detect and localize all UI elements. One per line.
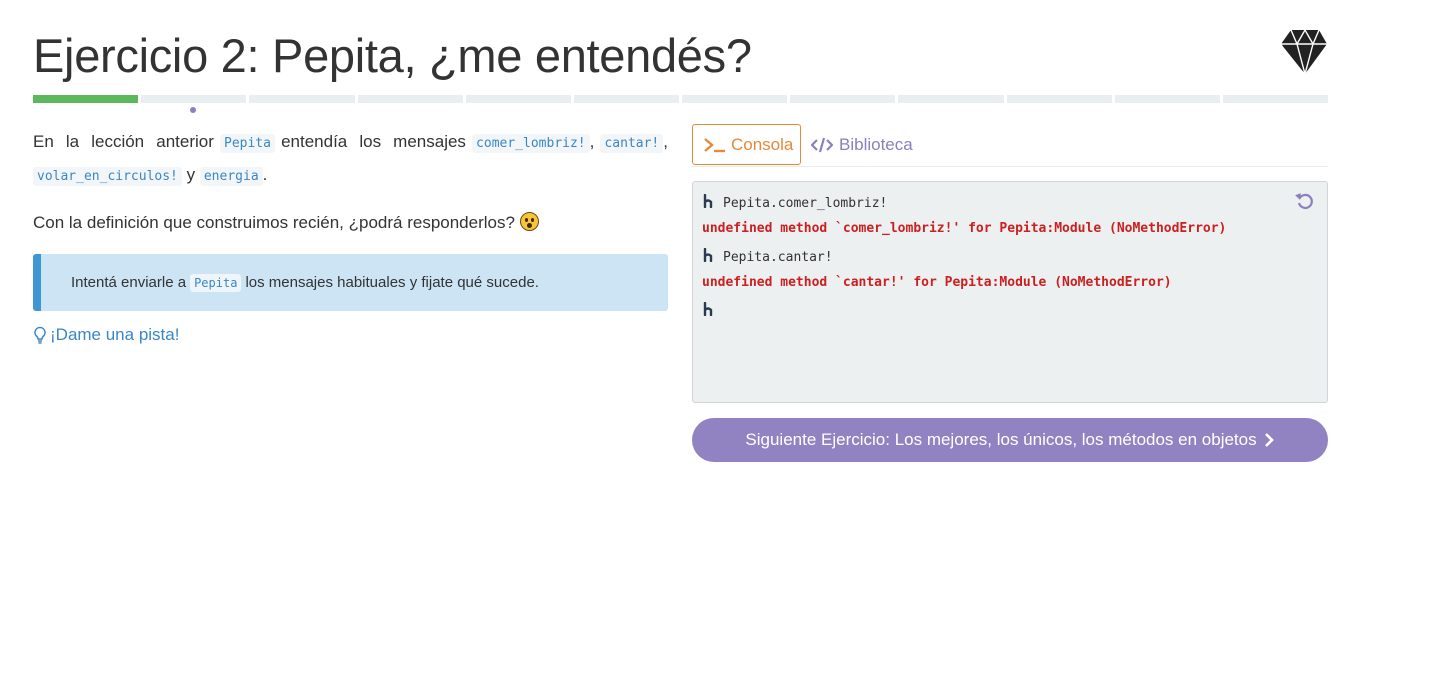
- code-volar-en-circulos: volar_en_circulos!: [33, 167, 182, 186]
- question-text: Con la definición que construimos recién…: [33, 213, 515, 232]
- progress-segment[interactable]: [790, 95, 896, 103]
- console-panel[interactable]: Pepita.comer_lombriz! undefined method `c…: [692, 181, 1328, 403]
- separator: ,: [663, 132, 668, 151]
- progress-segment[interactable]: [682, 95, 788, 103]
- current-exercise-marker: [190, 107, 196, 113]
- console-error-line: undefined method `comer_lombriz!' for Pe…: [702, 221, 1226, 236]
- code-icon: [811, 137, 833, 152]
- next-exercise-label: Siguiente Ejercicio: Los mejores, los ún…: [745, 430, 1257, 449]
- description-paragraph-1: En la lección anterior Pepita entendía l…: [33, 126, 668, 192]
- callout-text-post: los mensajes habituales y fijate qué suc…: [245, 274, 539, 291]
- hint-label: ¡Dame una pista!: [50, 325, 180, 344]
- progress-segment[interactable]: [33, 95, 139, 103]
- callout-text-pre: Intentá enviarle a: [71, 274, 187, 291]
- console-line-text: undefined method `comer_lombriz!' for Pe…: [702, 221, 1227, 236]
- console-error-line: undefined method `cantar!' for Pepita:Mo…: [702, 275, 1172, 290]
- console-line-text: Pepita.cantar!: [723, 249, 833, 265]
- description-paragraph-2: Con la definición que construimos recién…: [33, 210, 668, 236]
- text-mid: entendía los mensajes: [281, 132, 466, 151]
- progress-segment[interactable]: [141, 95, 247, 103]
- console-command-line: Pepita.comer_lombriz!: [702, 194, 887, 212]
- exercise-description: En la lección anterior Pepita entendía l…: [33, 126, 668, 345]
- progress-segment[interactable]: [357, 95, 463, 103]
- next-exercise-button[interactable]: Siguiente Ejercicio: Los mejores, los ún…: [692, 418, 1328, 462]
- reset-icon[interactable]: [1295, 191, 1315, 211]
- prompt-icon: [702, 302, 715, 320]
- progress-segment[interactable]: [1006, 95, 1112, 103]
- tab-console-label: Consola: [731, 134, 794, 154]
- prompt-icon: [702, 248, 715, 266]
- separator: ,: [589, 132, 595, 151]
- conjunction: y: [186, 165, 196, 184]
- progress-segment[interactable]: [1222, 95, 1329, 103]
- hint-link[interactable]: ¡Dame una pista!: [33, 325, 668, 345]
- console-input-line[interactable]: [702, 302, 715, 320]
- callout-code-pepita: Pepita: [190, 273, 242, 292]
- tab-console[interactable]: Consola: [692, 124, 801, 165]
- instruction-callout: Intentá enviarle a Pepita los mensajes h…: [33, 254, 668, 311]
- editor-tabs: Consola Biblioteca: [692, 124, 1328, 167]
- code-energia: energia: [199, 167, 263, 186]
- text-lead: En la lección anterior: [33, 132, 214, 151]
- progress-segment[interactable]: [1114, 95, 1220, 103]
- lightbulb-icon: [34, 326, 46, 344]
- ruby-logo-icon: [1280, 28, 1327, 76]
- console-command-line: Pepita.cantar!: [702, 248, 833, 266]
- prompt-icon: [702, 194, 715, 212]
- chevron-right-icon: [1264, 433, 1274, 447]
- exercise-progress-bar: [33, 95, 1329, 103]
- progress-segment[interactable]: [898, 95, 1004, 103]
- progress-segment[interactable]: [249, 95, 355, 103]
- code-pepita: Pepita: [220, 134, 275, 153]
- console-line-text: Pepita.comer_lombriz!: [723, 195, 888, 211]
- code-comer-lombriz: comer_lombriz!: [472, 134, 590, 153]
- tab-library-label: Biblioteca: [839, 134, 913, 154]
- progress-segment[interactable]: [465, 95, 571, 103]
- worried-face-icon: [519, 212, 539, 231]
- tab-library[interactable]: Biblioteca: [811, 124, 913, 165]
- terminal-icon: [704, 137, 725, 152]
- code-cantar: cantar!: [600, 134, 664, 153]
- page-title: Ejercicio 2: Pepita, ¿me entendés?: [33, 29, 752, 82]
- period: .: [262, 165, 268, 184]
- progress-segment[interactable]: [573, 95, 680, 103]
- console-line-text: undefined method `cantar!' for Pepita:Mo…: [702, 275, 1172, 290]
